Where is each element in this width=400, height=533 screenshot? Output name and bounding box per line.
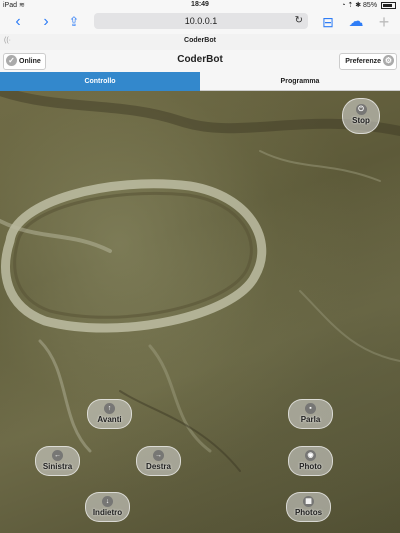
arrow-left-icon: ←: [52, 450, 63, 461]
forward-icon[interactable]: ›: [36, 10, 56, 34]
status-indicators: ◔ ⇡ ✱ 85%: [341, 1, 396, 9]
backward-button[interactable]: ↓ Indietro: [85, 492, 130, 522]
arrow-down-icon: ↓: [102, 496, 113, 507]
arrow-right-icon: →: [153, 450, 164, 461]
backward-label: Indietro: [92, 508, 123, 517]
preferences-label: Preferenze: [345, 58, 381, 65]
stop-label: Stop: [352, 116, 370, 125]
camera-icon: ◉: [305, 450, 316, 461]
right-button[interactable]: → Destra: [136, 446, 181, 476]
share-icon[interactable]: ⇪: [64, 10, 84, 34]
stop-button[interactable]: ⏻ Stop: [342, 98, 380, 134]
photos-label: Photos: [294, 508, 323, 517]
speech-bubble-icon: ▪: [305, 403, 316, 414]
page-tab-bar: ((· CoderBot: [0, 34, 400, 51]
power-icon: ⏻: [355, 104, 367, 115]
speak-label: Parla: [300, 415, 321, 424]
forward-button[interactable]: ↑ Avanti: [87, 399, 132, 429]
status-text: ◔ ⇡ ✱ 85%: [341, 2, 378, 9]
reload-icon[interactable]: ↻: [295, 13, 303, 29]
browser-toolbar: ‹ › ⇪ 10.0.0.1 ↻ ⊟ ☁ +: [0, 10, 400, 34]
cloud-tabs-icon[interactable]: ☁: [346, 10, 366, 34]
app-header: ✓ Online CoderBot Preferenze ⚙: [0, 50, 400, 73]
status-bar: iPad ≋ 18:49 ◔ ⇡ ✱ 85%: [0, 0, 400, 10]
photo-button[interactable]: ◉ Photo: [288, 446, 333, 476]
tab-bar: Controllo Programma: [0, 72, 400, 91]
speak-button[interactable]: ▪ Parla: [288, 399, 333, 429]
address-bar[interactable]: 10.0.0.1 ↻: [94, 13, 308, 29]
arrow-up-icon: ↑: [104, 403, 115, 414]
preferences-button[interactable]: Preferenze ⚙: [339, 53, 397, 70]
left-label: Sinistra: [42, 462, 73, 471]
forward-label: Avanti: [97, 415, 122, 424]
clock: 18:49: [191, 1, 209, 8]
left-button[interactable]: ← Sinistra: [35, 446, 80, 476]
back-icon[interactable]: ‹: [8, 10, 28, 34]
tab-programma[interactable]: Programma: [200, 72, 400, 91]
photo-label: Photo: [299, 462, 322, 471]
right-label: Destra: [146, 462, 171, 471]
page-tab-title: CoderBot: [184, 37, 216, 44]
photos-button[interactable]: ▦ Photos: [286, 492, 331, 522]
battery-icon: [381, 1, 396, 9]
camera-view: ⏻ Stop ↑ Avanti ← Sinistra → Destra ↓ In…: [0, 91, 400, 533]
grid-icon: ▦: [303, 496, 314, 507]
bookmarks-icon[interactable]: ⊟: [318, 10, 338, 34]
new-tab-icon[interactable]: +: [374, 10, 394, 34]
tab-controllo[interactable]: Controllo: [0, 72, 200, 91]
url-text: 10.0.0.1: [184, 16, 218, 26]
gear-icon: ⚙: [383, 54, 394, 66]
